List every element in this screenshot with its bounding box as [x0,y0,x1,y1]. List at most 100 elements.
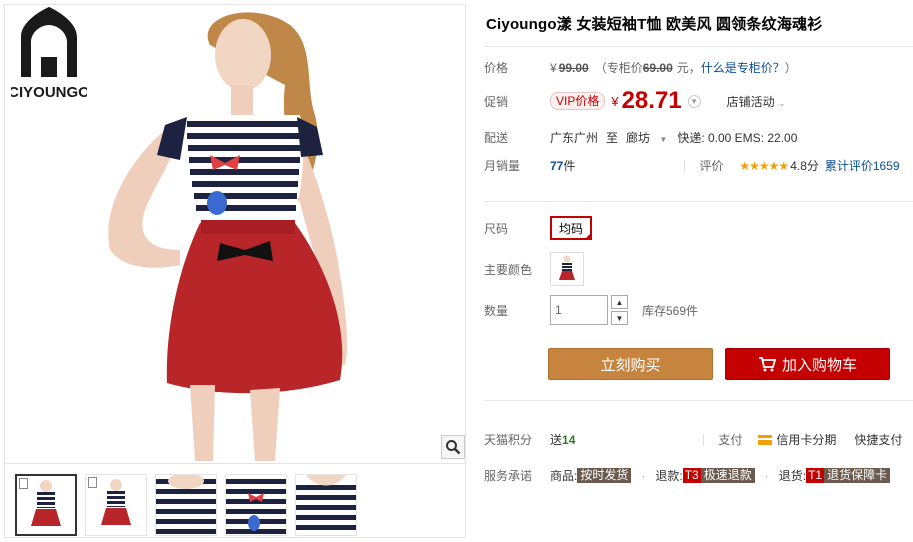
divider [684,159,686,172]
tag-icon [88,477,97,488]
refund-prefix: 退款: [655,469,683,483]
tag-icon [19,478,28,489]
return-code: T1 [806,468,825,483]
service-panel: 天猫积分 送 14 支付 信用卡分期 快捷支付 服务承诺 商品: 按时发货 · … [484,400,913,490]
original-price: 99.00 [558,60,589,75]
service-label: 服务承诺 [484,469,533,483]
quantity-decrease-button[interactable]: ▼ [611,311,628,325]
points-label: 天猫积分 [484,433,533,447]
color-row: 主要颜色 [484,252,584,286]
size-option-text: 均码 [558,221,583,236]
return-prefix: 退货: [778,469,807,483]
credit-installment[interactable]: 信用卡分期 [758,431,836,448]
delivery-label: 配送 [484,131,509,145]
return-guarantee-tag[interactable]: 退货保障卡 [824,468,891,483]
main-product-image[interactable]: CIYOUNGO [5,5,465,461]
promo-price: 28.71 [621,87,682,114]
thumbnail-1[interactable] [15,474,77,536]
credit-installment-label: 信用卡分期 [776,433,837,447]
thumbnail-5[interactable] [295,474,357,536]
monthly-sales-label: 月销量 [484,159,521,173]
counter-price-prefix: （专柜价 [594,61,643,75]
thumbnail-image [296,475,356,530]
rating-stars: ★★★★★ [739,158,789,173]
quantity-increase-button[interactable]: ▲ [611,295,628,309]
shop-activity[interactable]: 店铺活动 ⌄ [727,93,786,110]
add-to-cart-button[interactable]: 加入购物车 [725,348,890,380]
price-row: 价格 ¥ 99.00 （专柜价 69.00 元， 什么是专柜价？ ） [484,59,797,76]
shop-activity-label: 店铺活动 [726,94,775,109]
product-gallery: CIYOUNGO [4,4,466,538]
size-row: 尺码 均码 [484,216,592,240]
quick-pay[interactable]: 快捷支付 [854,431,902,448]
refund-code: T3 [682,468,701,483]
price-panel: 价格 ¥ 99.00 （专柜价 69.00 元， 什么是专柜价？ ） 促销 VI… [484,46,913,202]
what-is-counter-price-link[interactable]: 什么是专柜价？ [701,59,785,76]
points-value: 14 [562,432,576,447]
close-paren: ） [784,61,797,75]
chevron-down-icon[interactable]: ▼ [687,94,701,108]
rating-label: 评价 [699,159,724,173]
color-label: 主要颜色 [484,262,533,277]
points-row: 天猫积分 送 14 支付 信用卡分期 快捷支付 [484,431,902,448]
points-give-prefix: 送 [550,433,563,447]
caret-down-icon: ▼ [659,135,668,144]
rating-score: 4.8分 [790,159,819,173]
vip-badge: VIP价格 [550,92,606,110]
size-label: 尺码 [484,221,509,236]
ship-to-word: 至 [606,131,619,145]
pay-label: 支付 [718,433,743,447]
product-title: Ciyoungo漾 女装短袖T恤 欧美风 圆领条纹海魂衫 [486,16,823,33]
destination-value: 廊坊 [626,131,651,145]
buy-now-label: 立刻购买 [600,356,661,374]
zoom-button[interactable] [441,435,465,459]
counter-price-suffix: 元， [676,61,701,75]
cart-icon [758,357,776,372]
thumbnail-2[interactable] [85,474,147,536]
bullet: · [764,468,769,483]
thumbnail-3[interactable] [155,474,217,536]
chevron-down-icon: ⌄ [778,97,786,108]
fast-refund-tag[interactable]: 极速退款 [700,468,755,483]
ship-from: 广东广州 [550,131,599,145]
quantity-input[interactable]: 1 [550,295,608,325]
product-details: Ciyoungo漾 女装短袖T恤 欧美风 圆领条纹海魂衫 价格 ¥ 99.00 … [484,0,913,542]
on-time-delivery-tag[interactable]: 按时发货 [577,468,632,483]
promo-label: 促销 [484,94,509,109]
brand-logo[interactable]: CIYOUNGO [8,7,90,103]
stock-count: 库存569件 [642,303,699,318]
quantity-label: 数量 [484,303,509,318]
monthly-sales-count: 77 [550,158,564,173]
service-row: 服务承诺 商品: 按时发货 · 退款: T3 极速退款 · 退货: T1 退货保… [484,467,891,484]
add-to-cart-label: 加入购物车 [781,356,857,374]
thumbnail-image [156,475,216,534]
brand-logo-text: CIYOUNGO [11,84,87,101]
counter-price: 69.00 [642,60,673,75]
color-swatch[interactable] [550,252,584,286]
shipping-fees: 快递: 0.00 EMS: 22.00 [677,131,798,145]
ciyoungo-logo-mark: CIYOUNGO [8,7,90,101]
buy-now-button[interactable]: 立刻购买 [548,348,713,380]
delivery-row: 配送 广东广州 至 廊坊 ▼ 快递: 0.00 EMS: 22.00 [484,129,797,146]
size-option-selected[interactable]: 均码 [550,216,592,240]
color-swatch-image [559,255,575,280]
quantity-row: 数量 1 ▲ ▼ 库存569件 [484,295,698,325]
thumbnail-image [226,479,286,534]
thumbnail-strip [5,463,465,537]
price-label: 价格 [484,61,509,75]
cumulative-reviews-link[interactable]: 累计评价1659 [825,157,900,174]
promo-yen: ¥ [611,93,619,109]
promo-row: 促销 VIP价格 ¥ 28.71 ▼ 店铺活动 ⌄ [484,87,786,115]
divider [703,433,705,446]
thumbnail-4[interactable] [225,474,287,536]
price-yen: ¥ [550,60,557,75]
credit-card-icon [758,434,773,445]
selected-check-icon [584,232,592,240]
quantity-stepper: ▲ ▼ [611,295,628,325]
sales-row: 月销量 77 件 评价 ★★★★★ 4.8分 累计评价1659 [484,157,900,174]
destination-select[interactable]: 廊坊 ▼ [626,129,667,146]
bullet: · [641,468,646,483]
goods-prefix: 商品: [550,469,578,483]
monthly-sales-unit: 件 [563,159,576,173]
magnifier-icon [446,440,461,455]
